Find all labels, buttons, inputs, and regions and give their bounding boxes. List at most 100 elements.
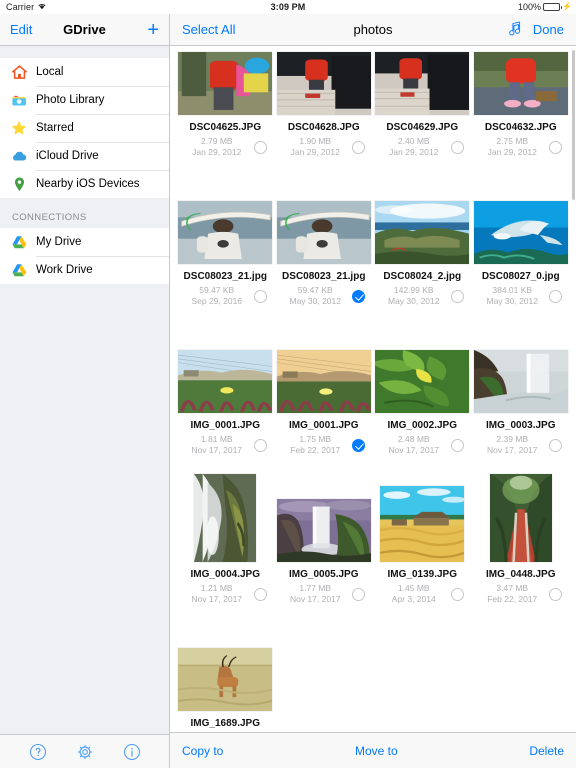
file-meta: 2.40 MB Jan 29, 2012 (381, 136, 447, 159)
info-circle-icon[interactable] (123, 743, 141, 761)
edit-button[interactable]: Edit (10, 22, 32, 37)
file-thumbnail (375, 52, 470, 115)
file-cell[interactable]: IMG_0005.JPG 1.77 MB Nov 17, 2017 (275, 471, 374, 620)
thumbnail-container[interactable] (275, 46, 374, 116)
file-cell[interactable]: IMG_0001.JPG 1.81 MB Nov 17, 2017 (176, 322, 275, 471)
file-cell[interactable]: IMG_0002.JPG 2.48 MB Nov 17, 2017 (373, 322, 472, 471)
plus-icon[interactable]: + (147, 20, 159, 40)
file-cell[interactable]: DSC04628.JPG 1.90 MB Jan 29, 2012 (275, 46, 374, 173)
sidebar-item-nearby-ios-devices[interactable]: Nearby iOS Devices (0, 170, 169, 198)
file-cell[interactable]: DSC04632.JPG 2.75 MB Jan 29, 2012 (472, 46, 571, 173)
thumbnail-container[interactable] (373, 471, 472, 563)
thumbnail-container[interactable] (373, 173, 472, 265)
checkbox-unchecked[interactable] (549, 289, 563, 303)
file-name: IMG_0002.JPG (387, 420, 457, 431)
checkbox-unchecked[interactable] (253, 587, 267, 601)
thumbnail-container[interactable] (472, 322, 571, 414)
file-meta-row: 1.75 MB Feb 22, 2017 (275, 434, 374, 457)
photo-library-icon (10, 91, 28, 109)
sidebar-navbar: Edit GDrive + (0, 14, 169, 46)
file-grid-scroll[interactable]: DSC04625.JPG 2.79 MB Jan 29, 2012 DSC04628… (170, 46, 576, 732)
move-to-button[interactable]: Move to (355, 744, 398, 758)
checkbox-unchecked[interactable] (450, 140, 464, 154)
file-cell[interactable]: DSC04625.JPG 2.79 MB Jan 29, 2012 (176, 46, 275, 173)
thumbnail-container[interactable] (176, 471, 275, 563)
file-cell[interactable]: DSC08024_2.jpg 142.99 KB May 30, 2012 (373, 173, 472, 322)
music-note-icon[interactable] (508, 21, 521, 39)
file-cell[interactable]: IMG_0004.JPG 1.21 MB Nov 17, 2017 (176, 471, 275, 620)
file-cell[interactable]: DSC04629.JPG 2.40 MB Jan 29, 2012 (373, 46, 472, 173)
file-cell[interactable]: DSC08023_21.jpg 59.47 KB May 30, 2012 (275, 173, 374, 322)
help-circle-icon[interactable] (29, 743, 47, 761)
sidebar-item-starred[interactable]: Starred (0, 114, 169, 142)
checkbox-unchecked[interactable] (450, 438, 464, 452)
file-meta-row: 2.40 MB Jan 29, 2012 (373, 136, 472, 159)
file-meta: 2.75 MB Jan 29, 2012 (479, 136, 545, 159)
file-date: Nov 17, 2017 (486, 445, 538, 456)
lightning-bolt-icon: ⚡ (562, 2, 572, 11)
thumbnail-container[interactable] (176, 322, 275, 414)
cloud-icon (10, 147, 28, 165)
checkbox-unchecked[interactable] (549, 140, 563, 154)
thumbnail-container[interactable] (472, 471, 571, 563)
file-cell[interactable]: IMG_0003.JPG 2.39 MB Nov 17, 2017 (472, 322, 571, 471)
thumbnail-container[interactable] (275, 173, 374, 265)
sidebar-item-photo-library[interactable]: Photo Library (0, 86, 169, 114)
file-size: 2.40 MB (397, 136, 430, 146)
checkbox-unchecked[interactable] (549, 438, 563, 452)
file-cell[interactable]: IMG_1689.JPG142.04 KBJul 20, 2013 (176, 620, 275, 732)
thumbnail-container[interactable] (275, 471, 374, 563)
checkbox-unchecked[interactable] (549, 587, 563, 601)
vertical-scrollbar[interactable] (572, 50, 575, 200)
thumbnail-container[interactable] (373, 46, 472, 116)
file-cell[interactable]: IMG_0448.JPG 3.47 MB Feb 22, 2017 (472, 471, 571, 620)
checkbox-unchecked[interactable] (352, 140, 366, 154)
thumbnail-container[interactable] (176, 46, 275, 116)
file-meta-row: 1.21 MB Nov 17, 2017 (176, 583, 275, 606)
thumbnail-container[interactable] (176, 620, 275, 712)
sidebar-item-work-drive[interactable]: Work Drive (0, 256, 169, 284)
file-cell[interactable]: DSC08027_0.jpg 384.01 KB May 30, 2012 (472, 173, 571, 322)
location-pin-icon (10, 175, 28, 193)
checkbox-checked[interactable] (352, 289, 366, 303)
select-all-button[interactable]: Select All (182, 22, 235, 37)
thumbnail-container[interactable] (373, 322, 472, 414)
file-cell[interactable]: IMG_0001.JPG 1.75 MB Feb 22, 2017 (275, 322, 374, 471)
checkbox-unchecked[interactable] (253, 289, 267, 303)
file-meta-row: 59.47 KB Sep 29, 2016 (176, 285, 275, 308)
file-cell[interactable]: DSC08023_21.jpg 59.47 KB Sep 29, 2016 (176, 173, 275, 322)
file-date: Nov 17, 2017 (191, 594, 243, 605)
thumbnail-container[interactable] (275, 322, 374, 414)
detail-pane: Select All photos Done DSC04625.JPG 2.79 … (170, 14, 576, 768)
file-name: DSC08024_2.jpg (383, 271, 462, 282)
file-meta: 1.21 MB Nov 17, 2017 (184, 583, 250, 606)
copy-to-button[interactable]: Copy to (182, 744, 223, 758)
thumbnail-container[interactable] (176, 173, 275, 265)
sidebar-item-label: My Drive (36, 236, 82, 248)
checkbox-checked[interactable] (352, 438, 366, 452)
checkbox-unchecked[interactable] (253, 438, 267, 452)
sidebar-item-label: Starred (36, 122, 74, 134)
file-name: IMG_0005.JPG (289, 569, 359, 580)
file-thumbnail (194, 474, 257, 562)
gear-icon[interactable] (76, 743, 94, 761)
file-cell[interactable]: IMG_0139.JPG 1.45 MB Apr 3, 2014 (373, 471, 472, 620)
file-meta-row: 384.01 KB May 30, 2012 (472, 285, 571, 308)
sidebar-item-my-drive[interactable]: My Drive (0, 228, 169, 256)
delete-button[interactable]: Delete (529, 744, 564, 758)
checkbox-unchecked[interactable] (450, 289, 464, 303)
file-meta: 1.77 MB Nov 17, 2017 (282, 583, 348, 606)
file-meta: 3.47 MB Feb 22, 2017 (479, 583, 545, 606)
file-size: 2.39 MB (496, 434, 529, 444)
google-drive-icon (10, 233, 28, 251)
thumbnail-container[interactable] (472, 173, 571, 265)
sidebar-item-icloud-drive[interactable]: iCloud Drive (0, 142, 169, 170)
checkbox-unchecked[interactable] (253, 140, 267, 154)
thumbnail-container[interactable] (472, 46, 571, 116)
sidebar-list[interactable]: Local Photo Library Starred iCloud Drive… (0, 46, 169, 734)
split-view: Edit GDrive + Local Photo Library Starre… (0, 14, 576, 768)
checkbox-unchecked[interactable] (352, 587, 366, 601)
sidebar-item-local[interactable]: Local (0, 58, 169, 86)
done-button[interactable]: Done (533, 22, 564, 37)
checkbox-unchecked[interactable] (450, 587, 464, 601)
